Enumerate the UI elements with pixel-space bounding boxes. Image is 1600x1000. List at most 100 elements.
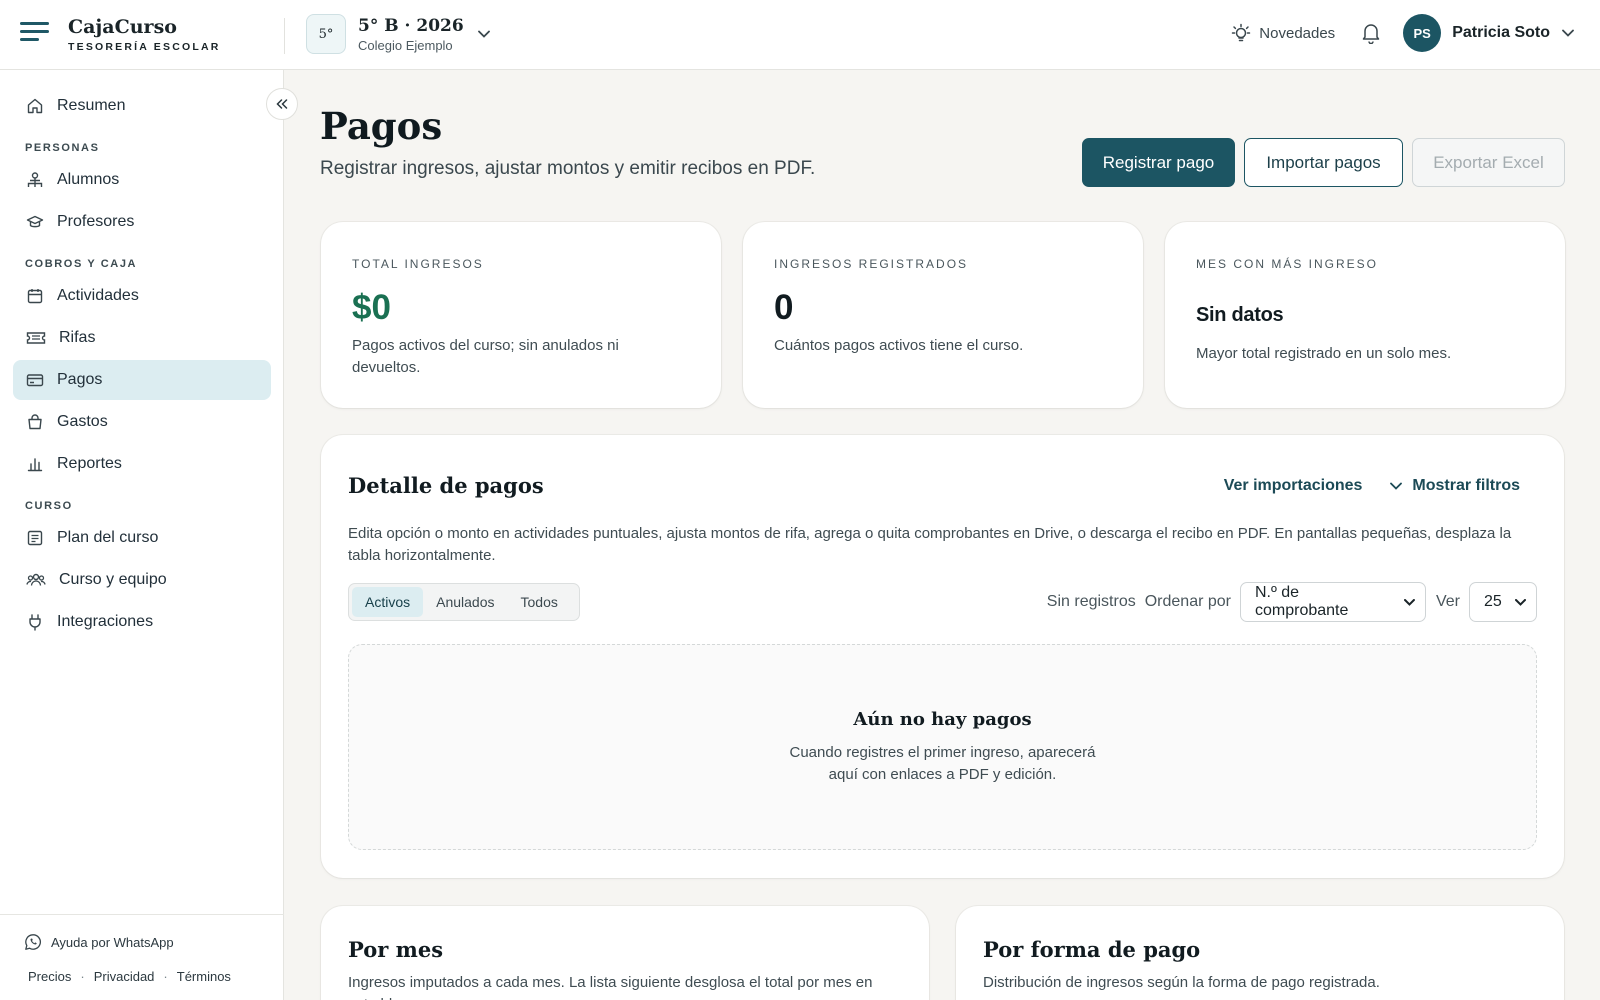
stat-label: TOTAL INGRESOS [352,257,484,271]
by-month-card: Por mes Ingresos imputados a cada mes. L… [321,906,929,1000]
card-description: Ingresos imputados a cada mes. La lista … [348,974,873,1000]
show-filters-toggle[interactable]: Mostrar filtros [1390,477,1520,495]
credit-card-icon [26,374,44,387]
order-label: Ordenar por [1144,593,1231,610]
notifications-button[interactable] [1361,22,1381,44]
table-toolbar: Sin registros Ordenar por N.º de comprob… [1047,582,1537,622]
sidebar-item-gastos[interactable]: Gastos [13,402,271,442]
chevron-down-icon [1404,598,1415,606]
lightbulb-icon [1232,23,1251,42]
terms-link[interactable]: Términos [177,969,231,984]
card-description: Distribución de ingresos según la forma … [983,974,1380,991]
separator: · [163,969,168,984]
course-title: 5° B · 2026 [358,15,464,36]
page-subtitle: Registrar ingresos, ajustar montos y emi… [320,158,816,179]
user-menu[interactable]: PS Patricia Soto [1403,14,1574,52]
stat-label: INGRESOS REGISTRADOS [774,257,969,271]
sidebar-item-resumen[interactable]: Resumen [13,86,271,126]
plug-icon [29,614,41,631]
ticket-icon [26,332,46,344]
course-school: Colegio Ejemplo [358,37,453,53]
view-imports-link[interactable]: Ver importaciones [1224,477,1363,495]
sidebar-item-label: Integraciones [57,613,154,630]
news-label: Novedades [1259,24,1336,42]
sidebar-item-alumnos[interactable]: Alumnos [13,160,271,200]
page-title: Pagos [320,104,443,148]
card-title: Por forma de pago [983,937,1201,962]
pricing-link[interactable]: Precios [28,969,71,984]
section-personas: PERSONAS [25,142,100,154]
stat-card-total: TOTAL INGRESOS $0 Pagos activos del curs… [321,222,721,408]
chevron-down-icon [1390,482,1403,490]
brand-name: CajaCurso [68,16,177,38]
section-curso: CURSO [25,500,73,512]
export-excel-button[interactable]: Exportar Excel [1412,138,1565,187]
stat-desc: Pagos activos del curso; sin anulados ni… [352,337,619,376]
order-value: N.º de comprobante [1254,584,1349,619]
bell-icon [1362,24,1380,44]
sidebar-item-profesores[interactable]: Profesores [13,202,271,242]
bar-chart-icon [27,458,43,472]
privacy-link[interactable]: Privacidad [94,969,155,984]
status-tabs: Activos Anulados Todos [348,583,580,621]
sidebar-item-label: Rifas [59,329,96,346]
page-size-select[interactable]: 25 [1469,582,1537,622]
graduation-cap-icon [26,215,44,228]
students-icon [27,172,43,187]
page-size-value: 25 [1484,593,1502,610]
register-payment-button[interactable]: Registrar pago [1082,138,1235,187]
sidebar-item-reportes[interactable]: Reportes [13,444,271,484]
sidebar-item-label: Reportes [57,455,122,472]
section-cobros: COBROS Y CAJA [25,258,138,270]
menu-icon[interactable] [20,22,49,46]
whatsapp-label: Ayuda por WhatsApp [51,934,174,950]
users-icon [26,573,46,586]
record-count: Sin registros [1046,593,1136,610]
view-label: Ver [1435,593,1460,610]
empty-state: Aún no hay pagos Cuando registres el pri… [348,644,1537,850]
sidebar-item-actividades[interactable]: Actividades [13,276,271,316]
course-badge: 5° [306,14,346,54]
brand[interactable]: CajaCurso TESORERÍA ESCOLAR [68,16,221,53]
stat-card-top-month: MES CON MÁS INGRESO Sin datos Mayor tota… [1165,222,1565,408]
stat-value: 0 [774,288,794,327]
sidebar-item-label: Pagos [57,371,103,388]
sidebar-item-pagos[interactable]: Pagos [13,360,271,400]
empty-desc-line: aquí con enlaces a PDF y edición. [828,766,1057,783]
separator: · [80,969,85,984]
card-title: Por mes [348,937,444,962]
legal-links: Precios · Privacidad · Términos [28,969,231,984]
brand-subtitle: TESORERÍA ESCOLAR [68,41,221,53]
card-title: Detalle de pagos [348,473,544,498]
chevron-down-icon [1515,598,1526,606]
sidebar-item-label: Profesores [57,213,135,230]
order-select[interactable]: N.º de comprobante [1239,582,1426,622]
course-switcher[interactable]: 5° 5° B · 2026 Colegio Ejemplo [306,14,490,54]
stat-card-count: INGRESOS REGISTRADOS 0 Cuántos pagos act… [743,222,1143,408]
news-button[interactable]: Novedades [1231,23,1335,43]
import-payments-button[interactable]: Importar pagos [1244,138,1403,187]
sidebar-item-label: Plan del curso [57,529,159,546]
payments-detail-card: Detalle de pagos Ver importaciones Mostr… [321,435,1564,878]
sidebar-item-label: Gastos [57,413,108,430]
sidebar-item-label: Actividades [57,287,139,304]
sidebar-item-rifas[interactable]: Rifas [13,318,271,358]
document-icon [27,530,43,546]
sidebar-item-plan[interactable]: Plan del curso [13,518,271,558]
sidebar-footer: Ayuda por WhatsApp Precios · Privacidad … [0,914,284,1000]
chevron-down-icon [1562,29,1574,37]
collapse-sidebar-button[interactable] [266,88,298,120]
sidebar-item-integraciones[interactable]: Integraciones [13,602,271,642]
empty-desc-line: Cuando registres el primer ingreso, apar… [789,744,1096,761]
sidebar-item-label: Resumen [57,97,126,114]
sidebar-item-label: Curso y equipo [59,571,167,588]
home-icon [27,98,43,114]
empty-description: Cuando registres el primer ingreso, apar… [349,742,1536,786]
double-chevron-left-icon [276,99,288,109]
stat-desc: Mayor total registrado en un solo mes. [1196,345,1452,362]
whatsapp-help-link[interactable]: Ayuda por WhatsApp [24,933,174,951]
sidebar-item-equipo[interactable]: Curso y equipo [13,560,271,600]
tab-anulados[interactable]: Anulados [423,587,507,617]
tab-todos[interactable]: Todos [508,587,571,617]
tab-activos[interactable]: Activos [352,587,424,617]
